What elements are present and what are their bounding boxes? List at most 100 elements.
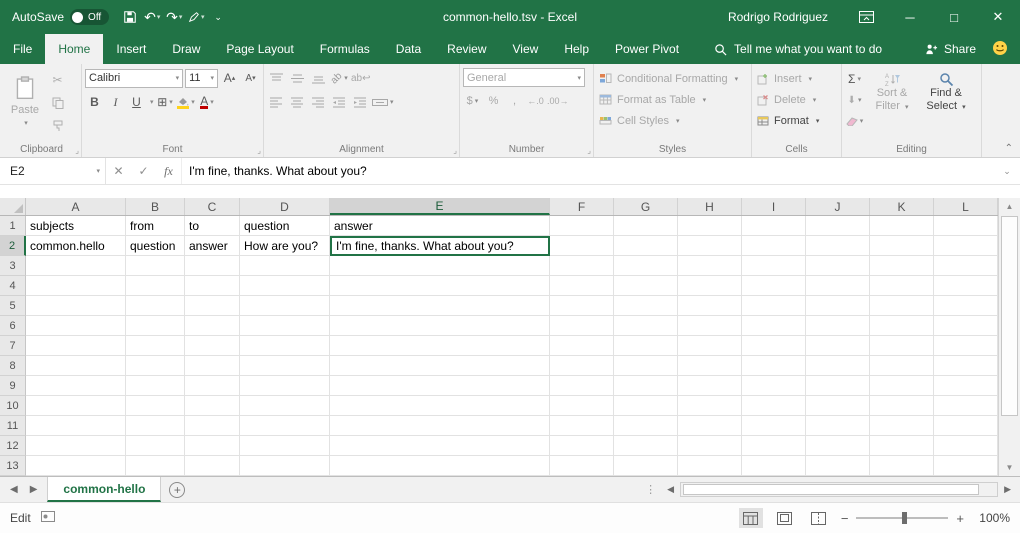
cell-D1[interactable]: question: [240, 216, 330, 236]
cell-K5[interactable]: [870, 296, 934, 316]
vertical-scroll-thumb[interactable]: [1001, 216, 1018, 416]
cell-H12[interactable]: [678, 436, 742, 456]
zoom-level[interactable]: 100%: [974, 511, 1010, 525]
cell-L5[interactable]: [934, 296, 998, 316]
cell-K8[interactable]: [870, 356, 934, 376]
new-sheet-button[interactable]: +: [161, 477, 193, 502]
cell-B11[interactable]: [126, 416, 185, 436]
zoom-in-button[interactable]: +: [956, 511, 964, 526]
cell-I2[interactable]: [742, 236, 806, 256]
share-button[interactable]: Share: [925, 42, 976, 56]
cell-J7[interactable]: [806, 336, 870, 356]
cell-L2[interactable]: [934, 236, 998, 256]
cell-D4[interactable]: [240, 276, 330, 296]
cell-L7[interactable]: [934, 336, 998, 356]
comma-style-button[interactable]: ,: [505, 91, 524, 111]
cell-I3[interactable]: [742, 256, 806, 276]
cell-B13[interactable]: [126, 456, 185, 476]
cell-G8[interactable]: [614, 356, 678, 376]
cell-D7[interactable]: [240, 336, 330, 356]
cell-H4[interactable]: [678, 276, 742, 296]
sheet-nav-left-arrow[interactable]: ◀: [10, 484, 18, 495]
cell-E2[interactable]: I'm fine, thanks. What about you?: [330, 236, 550, 256]
cell-G4[interactable]: [614, 276, 678, 296]
cell-L1[interactable]: [934, 216, 998, 236]
cell-E8[interactable]: [330, 356, 550, 376]
cell-K1[interactable]: [870, 216, 934, 236]
increase-decimal-button[interactable]: ←.0: [526, 91, 545, 111]
cell-K13[interactable]: [870, 456, 934, 476]
row-header-6[interactable]: 6: [0, 316, 26, 336]
cell-B10[interactable]: [126, 396, 185, 416]
cell-L13[interactable]: [934, 456, 998, 476]
cell-J3[interactable]: [806, 256, 870, 276]
cell-H2[interactable]: [678, 236, 742, 256]
align-right-button[interactable]: [309, 92, 328, 112]
column-header-I[interactable]: I: [742, 198, 806, 215]
cell-E3[interactable]: [330, 256, 550, 276]
cell-H10[interactable]: [678, 396, 742, 416]
cell-C12[interactable]: [185, 436, 240, 456]
sheet-nav-right-arrow[interactable]: ▶: [30, 484, 38, 495]
maximize-button[interactable]: □: [932, 0, 976, 34]
column-header-L[interactable]: L: [934, 198, 998, 215]
cell-E4[interactable]: [330, 276, 550, 296]
feedback-smiley-button[interactable]: [992, 40, 1008, 59]
horizontal-scroll-thumb[interactable]: [683, 484, 979, 495]
undo-button[interactable]: ↶▾: [141, 4, 163, 30]
percent-style-button[interactable]: %: [484, 91, 503, 111]
cell-I7[interactable]: [742, 336, 806, 356]
row-header-7[interactable]: 7: [0, 336, 26, 356]
ribbon-tab-file[interactable]: File: [0, 34, 45, 64]
column-header-B[interactable]: B: [126, 198, 185, 215]
align-bottom-button[interactable]: [309, 68, 328, 88]
cell-L3[interactable]: [934, 256, 998, 276]
zoom-slider-thumb[interactable]: [902, 512, 907, 524]
cell-C10[interactable]: [185, 396, 240, 416]
cell-D8[interactable]: [240, 356, 330, 376]
close-button[interactable]: ✕: [976, 0, 1020, 34]
column-header-D[interactable]: D: [240, 198, 330, 215]
save-button[interactable]: [119, 4, 141, 30]
cell-I11[interactable]: [742, 416, 806, 436]
fill-button[interactable]: ⬇▾: [845, 90, 864, 110]
row-header-11[interactable]: 11: [0, 416, 26, 436]
row-header-9[interactable]: 9: [0, 376, 26, 396]
number-format-select[interactable]: General▾: [463, 68, 585, 87]
cell-G1[interactable]: [614, 216, 678, 236]
copy-button[interactable]: [48, 93, 67, 113]
redo-button[interactable]: ↷▾: [163, 4, 185, 30]
format-painter-button[interactable]: [48, 116, 67, 136]
cell-C5[interactable]: [185, 296, 240, 316]
cell-I8[interactable]: [742, 356, 806, 376]
underline-dropdown[interactable]: ▾: [150, 98, 154, 106]
cell-H3[interactable]: [678, 256, 742, 276]
decrease-decimal-button[interactable]: .00→: [547, 91, 569, 111]
cell-L8[interactable]: [934, 356, 998, 376]
cell-B12[interactable]: [126, 436, 185, 456]
cell-K12[interactable]: [870, 436, 934, 456]
cell-F11[interactable]: [550, 416, 614, 436]
font-name-select[interactable]: Calibri▾: [85, 69, 183, 88]
horizontal-scrollbar[interactable]: ◀ ▶: [664, 477, 1020, 502]
tab-splitter-handle[interactable]: ⋮: [637, 477, 664, 502]
autosave-toggle[interactable]: AutoSave Off: [0, 9, 119, 25]
page-layout-view-button[interactable]: [773, 508, 797, 528]
cell-K2[interactable]: [870, 236, 934, 256]
cell-A1[interactable]: subjects: [26, 216, 126, 236]
cell-E11[interactable]: [330, 416, 550, 436]
insert-cells-button[interactable]: Insert▾: [755, 68, 838, 89]
row-header-13[interactable]: 13: [0, 456, 26, 476]
vertical-scrollbar[interactable]: ▲ ▼: [998, 198, 1020, 476]
merge-center-button[interactable]: ▾: [372, 92, 394, 112]
cell-G3[interactable]: [614, 256, 678, 276]
cell-I10[interactable]: [742, 396, 806, 416]
cell-I9[interactable]: [742, 376, 806, 396]
ribbon-display-options-button[interactable]: [844, 0, 888, 34]
cell-K10[interactable]: [870, 396, 934, 416]
cell-F5[interactable]: [550, 296, 614, 316]
cell-I1[interactable]: [742, 216, 806, 236]
cell-F3[interactable]: [550, 256, 614, 276]
insert-function-button[interactable]: fx: [156, 158, 181, 184]
macro-record-button[interactable]: [41, 511, 55, 525]
